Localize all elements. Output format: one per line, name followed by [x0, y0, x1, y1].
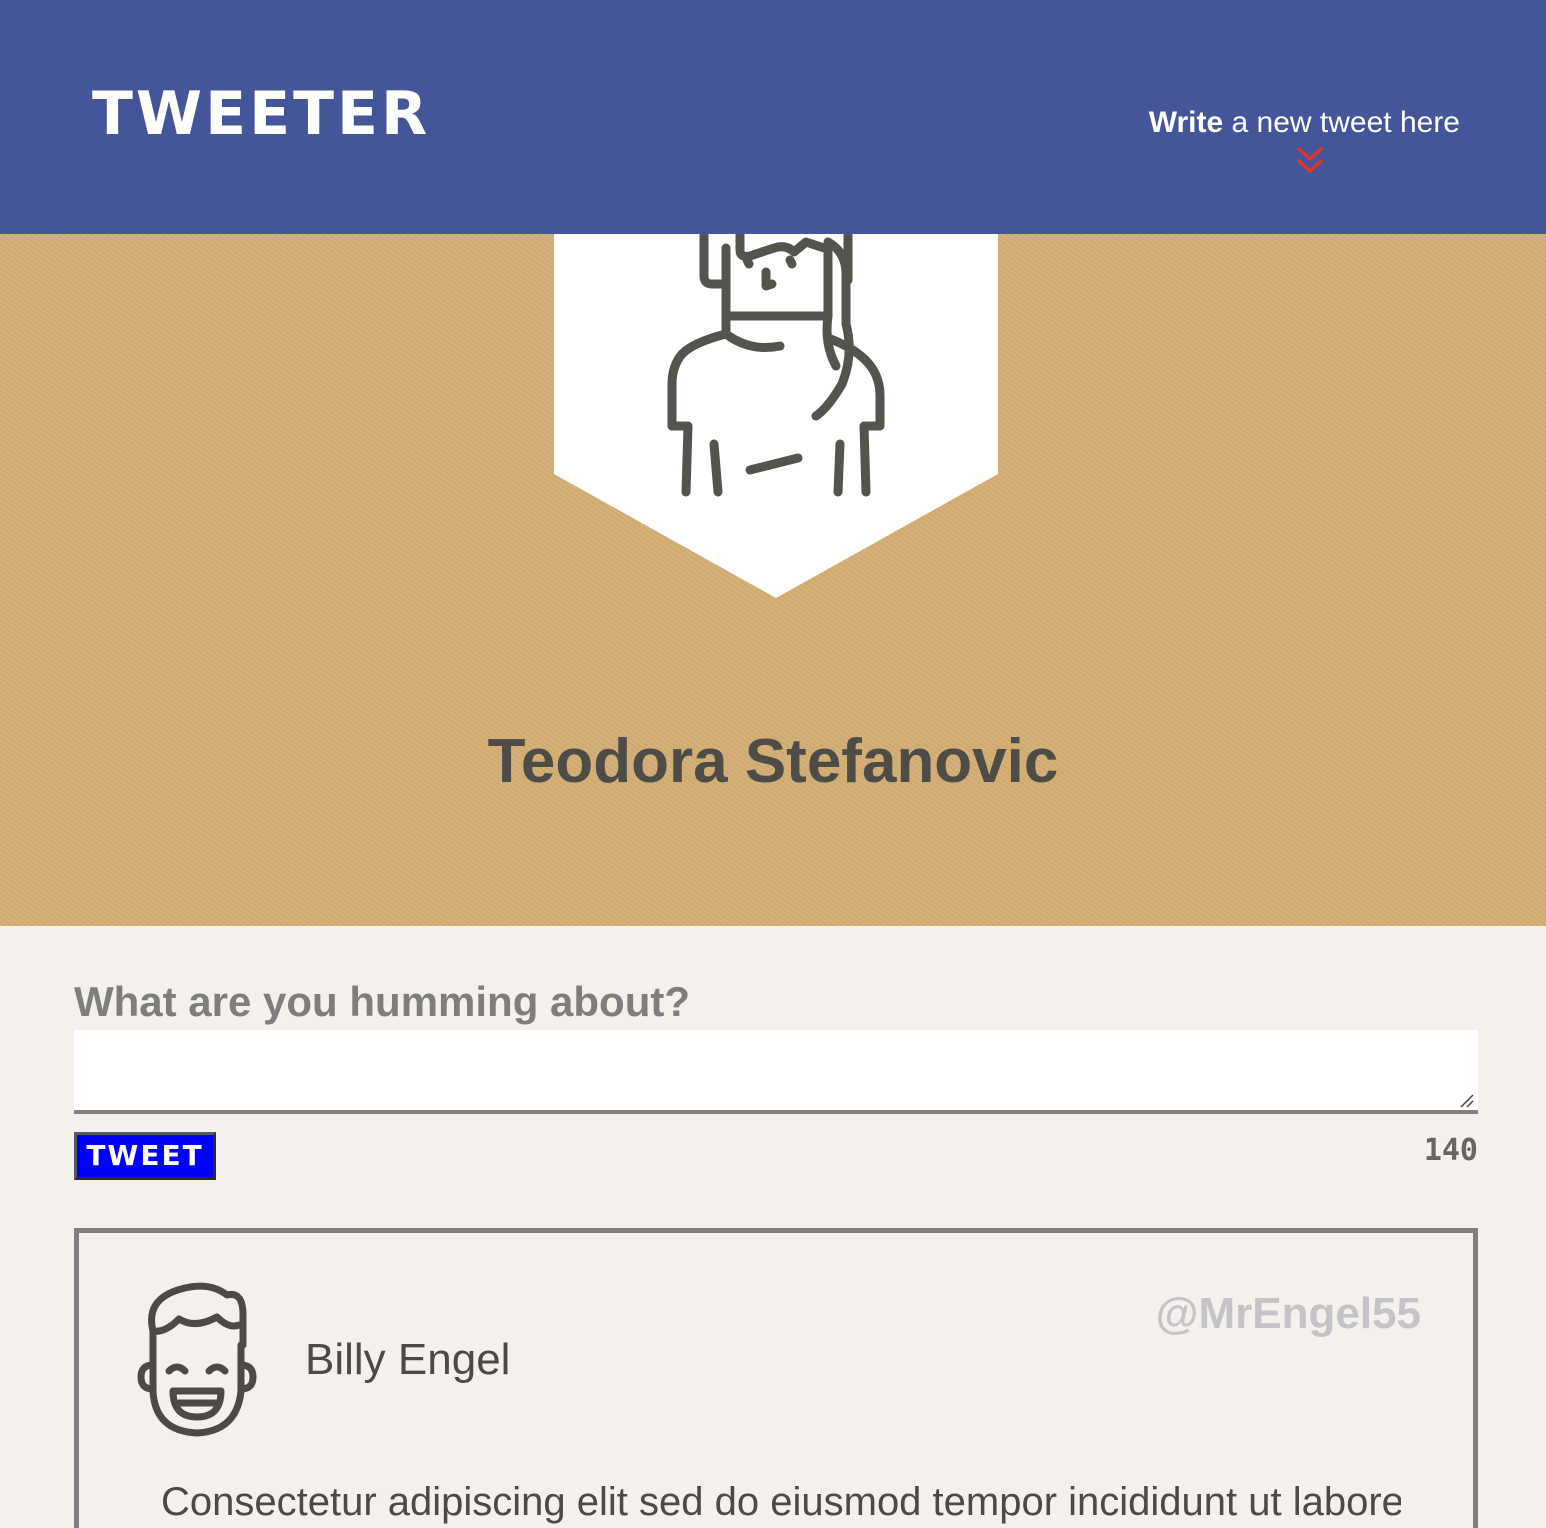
tweet-body-text: Consectetur adipiscing elit sed do eiusm… [161, 1480, 1401, 1524]
tweet-author-handle[interactable]: @MrEngel55 [1156, 1287, 1421, 1341]
tweet-author-name: Billy Engel [305, 1335, 511, 1384]
top-navigation-bar: TWEETER Write a new tweet here [0, 0, 1546, 234]
character-counter: 140 [1423, 1133, 1478, 1168]
write-new-tweet-link[interactable]: Write a new tweet here [1149, 104, 1460, 142]
profile-avatar-badge [554, 234, 998, 598]
profile-name: Teodora Stefanovic [487, 727, 1059, 796]
compose-link-bold-text: Write [1148, 106, 1224, 139]
chevron-double-down-icon[interactable] [1296, 146, 1324, 176]
tweet-card: Billy Engel @MrEngel55 Consectetur adipi… [74, 1228, 1478, 1528]
brand-logo[interactable]: TWEETER [92, 78, 430, 150]
resize-grip-icon[interactable] [1458, 1092, 1476, 1110]
compose-prompt-label: What are you humming about? [74, 978, 690, 1025]
tweet-text-input[interactable] [74, 1030, 1478, 1114]
tweet-submit-button[interactable]: TWEET [74, 1132, 216, 1180]
compose-link-text: a new tweet here [1223, 106, 1460, 139]
profile-banner: Teodora Stefanovic [0, 234, 1546, 926]
man-avatar-icon [137, 1282, 257, 1437]
